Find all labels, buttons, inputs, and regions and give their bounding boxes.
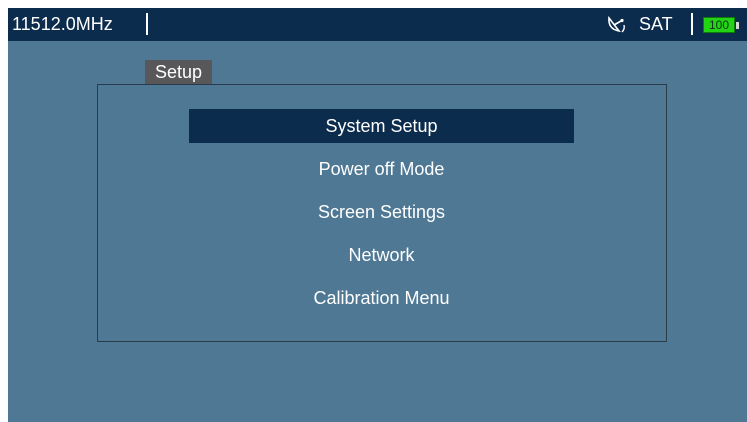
status-bar: 11512.0MHz SAT 100	[8, 8, 747, 41]
status-divider	[691, 13, 693, 35]
panel-title: Setup	[145, 60, 213, 84]
setup-menu: System Setup Power off Mode Screen Setti…	[189, 109, 574, 324]
menu-item-power-off-mode[interactable]: Power off Mode	[189, 152, 574, 186]
satellite-dish-icon	[606, 15, 628, 35]
status-divider	[146, 13, 148, 35]
mode-label: SAT	[639, 14, 673, 34]
battery-tip	[736, 22, 739, 29]
battery-indicator: 100	[703, 17, 735, 33]
device-screen: 11512.0MHz SAT 100 Setup System Setup Po…	[8, 8, 747, 422]
menu-item-screen-settings[interactable]: Screen Settings	[189, 195, 574, 229]
menu-item-network[interactable]: Network	[189, 238, 574, 272]
frequency-readout: 11512.0MHz	[12, 14, 113, 34]
battery-level: 100	[708, 18, 730, 32]
menu-item-system-setup[interactable]: System Setup	[189, 109, 574, 143]
menu-item-calibration-menu[interactable]: Calibration Menu	[189, 281, 574, 315]
